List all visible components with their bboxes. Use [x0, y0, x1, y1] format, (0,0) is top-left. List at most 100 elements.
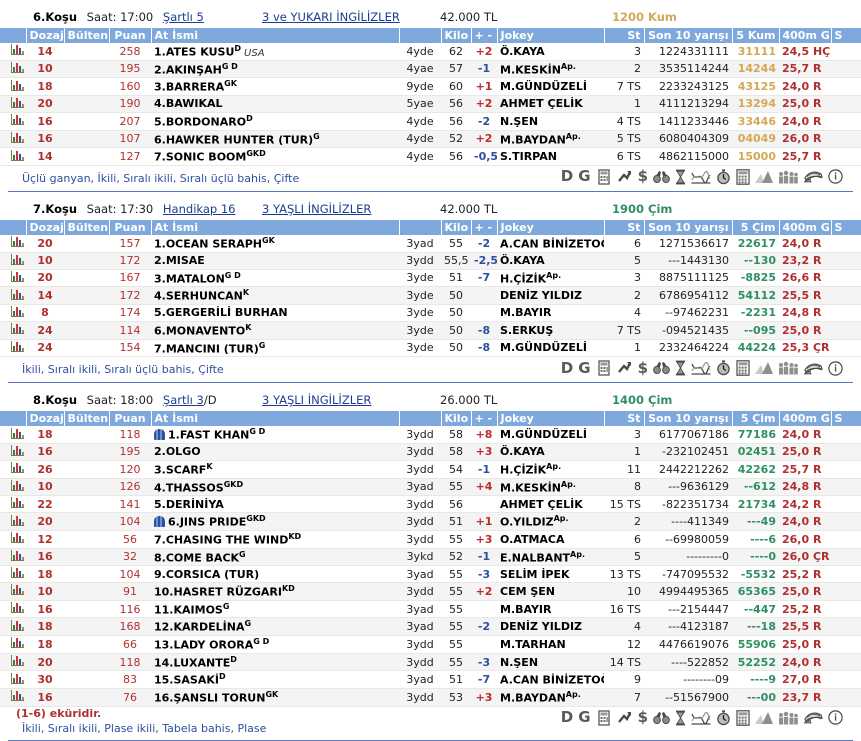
table-row[interactable]: 8 174 5.GERGERİLİ BURHAN 3yde 50 M.BAYIR… — [0, 304, 861, 321]
line-chart-icon[interactable] — [691, 170, 711, 184]
th-last10[interactable]: Son 10 yarışı — [644, 411, 732, 426]
table-row[interactable]: 18 168 12.KARDELİNAG 3yad 55 -2 DENİZ YI… — [0, 618, 861, 636]
row-stats-icon-cell[interactable] — [0, 530, 26, 548]
th-horse-name[interactable]: At İsmi — [151, 220, 399, 235]
table-row[interactable]: 20 104 6.JINS PRIDEGKD 3ydd 51 +1 O.YILD… — [0, 513, 861, 531]
th-bulten[interactable]: Bülten — [64, 28, 109, 43]
cell-jockey[interactable]: M.BAYIR — [497, 600, 604, 618]
bar-chart-icon[interactable] — [11, 690, 24, 701]
th-last5-surface[interactable]: 5 Kum — [732, 28, 779, 43]
cell-jockey[interactable]: S.ERKUŞ — [497, 321, 604, 339]
row-stats-icon-cell[interactable] — [0, 583, 26, 601]
th-kilo[interactable]: Kilo — [441, 28, 471, 43]
cell-jockey[interactable]: M.KESKİNAp. — [497, 478, 604, 496]
table-row[interactable]: 24 114 6.MONAVENTOK 3yde 50 -8 S.ERKUŞ 7… — [0, 321, 861, 339]
jockey-silks-icon[interactable] — [803, 169, 823, 184]
bar-chart-icon[interactable] — [11, 132, 24, 143]
stopwatch-icon[interactable] — [716, 169, 731, 185]
table-row[interactable]: 18 118 1.FAST KHANG D 3ydd 58 +8 M.GÜNDÜ… — [0, 426, 861, 443]
row-stats-icon-cell[interactable] — [0, 321, 26, 339]
calculator-icon[interactable] — [736, 360, 750, 376]
cell-jockey[interactable]: Ö.KAYA — [497, 252, 604, 269]
d-letter-icon[interactable]: D — [561, 169, 573, 184]
cell-jockey[interactable]: M.GÜNDÜZELİ — [497, 339, 604, 357]
hourglass-icon[interactable] — [675, 710, 686, 726]
cell-jockey[interactable]: H.ÇİZİKAp. — [497, 269, 604, 287]
d-letter-icon[interactable]: D — [561, 361, 573, 376]
th-dozaj[interactable]: Dozaj — [26, 411, 64, 426]
cell-jockey[interactable]: AHMET ÇELİK — [497, 95, 604, 112]
cell-jockey[interactable]: M.BAYIR — [497, 304, 604, 321]
th-last10[interactable]: Son 10 yarışı — [644, 28, 732, 43]
bar-chart-icon[interactable] — [11, 462, 24, 473]
bar-chart-icon[interactable] — [11, 584, 24, 595]
stopwatch-icon[interactable] — [716, 360, 731, 376]
cell-horse-name[interactable]: 16.ŞANSLI TORUNGK — [151, 689, 399, 707]
row-stats-icon-cell[interactable] — [0, 548, 26, 566]
dollar-icon[interactable]: $ — [638, 169, 648, 184]
cell-horse-name[interactable]: 3.BARRERAGK — [151, 78, 399, 96]
cell-horse-name[interactable]: 10.HASRET RÜZGARIKD — [151, 583, 399, 601]
th-start[interactable]: St — [604, 220, 644, 235]
cell-jockey[interactable]: S.TIRPAN — [497, 148, 604, 166]
cell-jockey[interactable]: O.ATMACA — [497, 530, 604, 548]
bar-chart-icon[interactable] — [11, 532, 24, 543]
trend-arrow-icon[interactable] — [617, 169, 633, 185]
info-icon[interactable] — [828, 710, 843, 725]
speed-hill-icon[interactable] — [755, 361, 773, 375]
hourglass-icon[interactable] — [675, 360, 686, 376]
cell-horse-name[interactable]: 8.COME BACKG — [151, 548, 399, 566]
bar-chart-icon[interactable] — [11, 150, 24, 161]
table-row[interactable]: 16 195 2.OLGO 3ydd 58 +3 Ö.KAYA 1 -23210… — [0, 443, 861, 460]
cell-jockey[interactable]: O.YILDIZAp. — [497, 513, 604, 531]
race-group-link[interactable]: 3 ve YUKARI İNGİLİZLER — [262, 10, 400, 24]
row-stats-icon-cell[interactable] — [0, 252, 26, 269]
bar-chart-icon[interactable] — [11, 428, 24, 439]
cell-jockey[interactable]: DENİZ YILDIZ — [497, 618, 604, 636]
cell-horse-name[interactable]: 12.KARDELİNAG — [151, 618, 399, 636]
table-row[interactable]: 20 157 1.OCEAN SERAPHGK 3yad 55 -2 A.CAN… — [0, 235, 861, 252]
th-kilo[interactable]: Kilo — [441, 220, 471, 235]
th-s[interactable]: S — [831, 220, 861, 235]
table-row[interactable]: 20 118 14.LUXANTED 3ydd 55 -3 N.ŞEN 14 T… — [0, 653, 861, 671]
calculator-icon[interactable] — [736, 710, 750, 726]
g-letter-icon[interactable]: G — [578, 169, 590, 184]
bar-chart-icon[interactable] — [11, 271, 24, 282]
line-chart-icon[interactable] — [691, 711, 711, 725]
table-row[interactable]: 16 107 6.HAWKER HUNTER (TUR)G 4yde 52 +2… — [0, 130, 861, 148]
bar-chart-icon[interactable] — [11, 445, 24, 456]
table-row[interactable]: 14 127 7.SONIC BOOMGKD 4yde 56 -0,5 S.TI… — [0, 148, 861, 166]
row-stats-icon-cell[interactable] — [0, 426, 26, 443]
table-row[interactable]: 20 190 4.BAWIKAL 5yae 56 +2 AHMET ÇELİK … — [0, 95, 861, 112]
th-400m[interactable]: 400m G. — [779, 411, 831, 426]
th-jockey[interactable]: Jokey — [497, 28, 604, 43]
cell-jockey[interactable]: DENİZ YILDIZ — [497, 287, 604, 305]
binoculars-icon[interactable] — [653, 170, 670, 184]
cell-jockey[interactable]: AHMET ÇELİK — [497, 496, 604, 513]
cell-horse-name[interactable]: 13.LADY ORORAG D — [151, 636, 399, 654]
row-stats-icon-cell[interactable] — [0, 566, 26, 583]
cell-horse-name[interactable]: 3.MATALONG D — [151, 269, 399, 287]
bar-chart-icon[interactable] — [11, 673, 24, 684]
row-stats-icon-cell[interactable] — [0, 513, 26, 531]
binoculars-icon[interactable] — [653, 361, 670, 375]
racecard-report-icon[interactable] — [596, 710, 612, 726]
cell-jockey[interactable]: M.KESKİNAp. — [497, 60, 604, 78]
th-start[interactable]: St — [604, 28, 644, 43]
table-row[interactable]: 18 66 13.LADY ORORAG D 3ydd 55 M.TARHAN … — [0, 636, 861, 654]
cell-horse-name[interactable]: 3.SCARFK — [151, 460, 399, 478]
th-400m[interactable]: 400m G. — [779, 220, 831, 235]
bar-chart-icon[interactable] — [11, 97, 24, 108]
bar-chart-icon[interactable] — [11, 236, 24, 247]
th-horse-name[interactable]: At İsmi — [151, 411, 399, 426]
hourglass-icon[interactable] — [675, 169, 686, 185]
crowd-icon[interactable] — [778, 170, 798, 184]
cell-horse-name[interactable]: 9.CORSICA (TUR) — [151, 566, 399, 583]
th-horse-name[interactable]: At İsmi — [151, 28, 399, 43]
cell-horse-name[interactable]: 4.BAWIKAL — [151, 95, 399, 112]
cell-horse-name[interactable]: 7.SONIC BOOMGKD — [151, 148, 399, 166]
th-dozaj[interactable]: Dozaj — [26, 220, 64, 235]
table-row[interactable]: 10 126 4.THASSOSGKD 3yad 55 +4 M.KESKİNA… — [0, 478, 861, 496]
trend-arrow-icon[interactable] — [617, 360, 633, 376]
row-stats-icon-cell[interactable] — [0, 618, 26, 636]
